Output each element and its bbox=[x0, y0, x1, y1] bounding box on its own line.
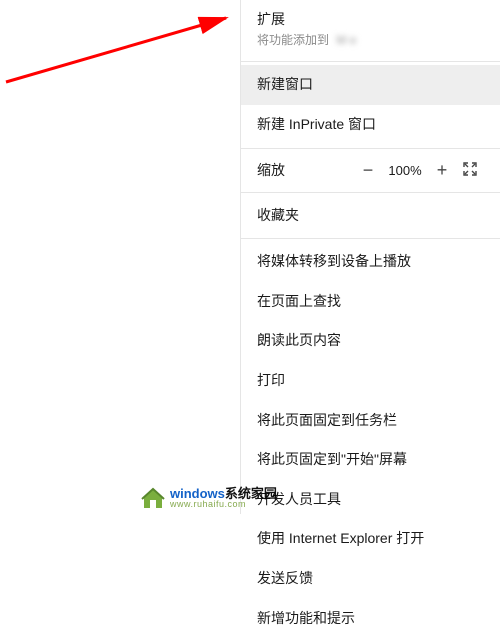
menu-item-find[interactable]: 在页面上查找 bbox=[241, 282, 500, 322]
menu-item-pin-start[interactable]: 将此页固定到"开始"屏幕 bbox=[241, 440, 500, 480]
menu-item-zoom: 缩放 − 100% + bbox=[241, 152, 500, 189]
menu-divider bbox=[241, 192, 500, 193]
watermark-text: windows系统家园 www.ruhaifu.com bbox=[170, 487, 277, 509]
watermark-logo-icon bbox=[140, 486, 166, 510]
extensions-title: 扩展 bbox=[241, 0, 500, 32]
zoom-percentage: 100% bbox=[382, 163, 428, 178]
menu-divider bbox=[241, 61, 500, 62]
fullscreen-icon[interactable] bbox=[456, 162, 484, 179]
watermark: windows系统家园 www.ruhaifu.com bbox=[140, 486, 277, 510]
menu-item-new-window[interactable]: 新建窗口 bbox=[241, 65, 500, 105]
annotation-arrow bbox=[0, 12, 260, 92]
menu-item-whats-new[interactable]: 新增功能和提示 bbox=[241, 599, 500, 638]
menu-item-favorites[interactable]: 收藏夹 bbox=[241, 196, 500, 236]
menu-item-feedback[interactable]: 发送反馈 bbox=[241, 559, 500, 599]
menu-item-extensions[interactable]: 扩展 将功能添加到 M e bbox=[241, 0, 500, 58]
menu-divider bbox=[241, 148, 500, 149]
menu-item-new-inprivate[interactable]: 新建 InPrivate 窗口 bbox=[241, 105, 500, 145]
zoom-label: 缩放 bbox=[257, 160, 354, 180]
menu-item-cast[interactable]: 将媒体转移到设备上播放 bbox=[241, 242, 500, 282]
zoom-in-button[interactable]: + bbox=[428, 160, 456, 181]
menu-item-pin-taskbar[interactable]: 将此页面固定到任务栏 bbox=[241, 401, 500, 441]
menu-divider bbox=[241, 238, 500, 239]
browser-settings-menu: 扩展 将功能添加到 M e 新建窗口 新建 InPrivate 窗口 缩放 − … bbox=[240, 0, 500, 514]
menu-item-dev-tools[interactable]: 开发人员工具 bbox=[241, 480, 500, 520]
menu-item-open-ie[interactable]: 使用 Internet Explorer 打开 bbox=[241, 519, 500, 559]
extensions-subtitle: 将功能添加到 M e bbox=[241, 32, 500, 59]
menu-item-read-aloud[interactable]: 朗读此页内容 bbox=[241, 321, 500, 361]
zoom-out-button[interactable]: − bbox=[354, 160, 382, 181]
menu-item-print[interactable]: 打印 bbox=[241, 361, 500, 401]
